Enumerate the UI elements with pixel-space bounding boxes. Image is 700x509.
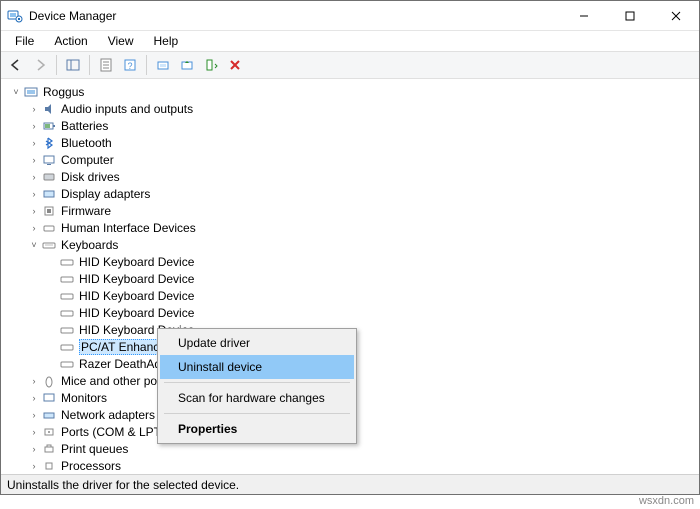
toolbar-separator xyxy=(146,55,147,75)
category-audio[interactable]: ›Audio inputs and outputs xyxy=(27,100,697,117)
keyboard-icon xyxy=(59,271,75,287)
properties-button[interactable] xyxy=(95,54,117,76)
watermark: wsxdn.com xyxy=(639,495,694,507)
keyboard-icon xyxy=(59,288,75,304)
firmware-icon xyxy=(41,203,57,219)
help-button[interactable]: ? xyxy=(119,54,141,76)
category-firmware[interactable]: ›Firmware xyxy=(27,202,697,219)
toolbar: ? xyxy=(1,51,699,79)
keyboard-icon xyxy=(59,339,75,355)
device-hid-keyboard[interactable]: HID Keyboard Device xyxy=(45,253,697,270)
expand-icon[interactable]: › xyxy=(27,391,41,405)
back-button[interactable] xyxy=(5,54,27,76)
expand-icon[interactable]: › xyxy=(27,170,41,184)
category-ports[interactable]: ›Ports (COM & LPT xyxy=(27,423,697,440)
menu-view[interactable]: View xyxy=(100,32,142,50)
expand-icon[interactable]: › xyxy=(27,425,41,439)
uninstall-button[interactable] xyxy=(200,54,222,76)
category-print-queues[interactable]: ›Print queues xyxy=(27,440,697,457)
display-adapter-icon xyxy=(41,186,57,202)
expand-icon[interactable]: › xyxy=(27,204,41,218)
menu-action[interactable]: Action xyxy=(46,32,95,50)
cpu-icon xyxy=(41,458,57,474)
device-hid-keyboard[interactable]: HID Keyboard Device xyxy=(45,304,697,321)
bluetooth-icon xyxy=(41,135,57,151)
category-bluetooth[interactable]: ›Bluetooth xyxy=(27,134,697,151)
disable-button[interactable] xyxy=(224,54,246,76)
computer-icon xyxy=(41,152,57,168)
hid-icon xyxy=(41,220,57,236)
expand-icon[interactable]: › xyxy=(27,119,41,133)
expand-icon[interactable]: › xyxy=(27,136,41,150)
root-label: Roggus xyxy=(43,85,84,99)
category-hid[interactable]: ›Human Interface Devices xyxy=(27,219,697,236)
show-hide-tree-button[interactable] xyxy=(62,54,84,76)
expand-icon[interactable]: › xyxy=(27,408,41,422)
device-manager-icon xyxy=(7,8,23,24)
svg-text:?: ? xyxy=(127,61,132,71)
keyboard-icon xyxy=(59,322,75,338)
audio-icon xyxy=(41,101,57,117)
category-computer[interactable]: ›Computer xyxy=(27,151,697,168)
statusbar-text: Uninstalls the driver for the selected d… xyxy=(7,478,239,492)
expand-icon[interactable]: › xyxy=(27,442,41,456)
category-network[interactable]: ›Network adapters xyxy=(27,406,697,423)
keyboard-icon xyxy=(41,237,57,253)
expand-icon[interactable]: › xyxy=(27,459,41,473)
disk-icon xyxy=(41,169,57,185)
category-display[interactable]: ›Display adapters xyxy=(27,185,697,202)
category-keyboards[interactable]: ˅Keyboards xyxy=(27,236,697,253)
network-icon xyxy=(41,407,57,423)
category-disk[interactable]: ›Disk drives xyxy=(27,168,697,185)
device-hid-keyboard[interactable]: HID Keyboard Device xyxy=(45,287,697,304)
port-icon xyxy=(41,424,57,440)
collapse-icon[interactable]: ˅ xyxy=(9,85,23,99)
menubar: File Action View Help xyxy=(1,31,699,51)
device-hid-keyboard[interactable]: HID Keyboard Device xyxy=(45,321,697,338)
expand-icon[interactable]: › xyxy=(27,102,41,116)
device-ps2-keyboard[interactable]: PC/AT Enhanced PS/2 Keyboard (101/102-Ke… xyxy=(45,338,697,355)
window-title: Device Manager xyxy=(29,9,561,23)
battery-icon xyxy=(41,118,57,134)
toolbar-separator xyxy=(89,55,90,75)
printer-icon xyxy=(41,441,57,457)
device-hid-keyboard[interactable]: HID Keyboard Device xyxy=(45,270,697,287)
keyboard-icon xyxy=(59,356,75,372)
monitor-icon xyxy=(41,390,57,406)
expand-icon[interactable]: › xyxy=(27,374,41,388)
cm-scan-hardware[interactable]: Scan for hardware changes xyxy=(160,386,354,410)
titlebar: Device Manager xyxy=(1,1,699,31)
minimize-button[interactable] xyxy=(561,1,607,31)
window-controls xyxy=(561,1,699,31)
context-menu: Update driver Uninstall device Scan for … xyxy=(157,328,357,444)
cm-separator xyxy=(164,413,350,414)
category-processors[interactable]: ›Processors xyxy=(27,457,697,474)
expand-icon[interactable]: › xyxy=(27,153,41,167)
computer-icon xyxy=(23,84,39,100)
expand-icon[interactable]: › xyxy=(27,221,41,235)
update-driver-button[interactable] xyxy=(176,54,198,76)
category-mice[interactable]: ›Mice and other po xyxy=(27,372,697,389)
statusbar: Uninstalls the driver for the selected d… xyxy=(1,474,699,494)
category-batteries[interactable]: ›Batteries xyxy=(27,117,697,134)
keyboard-icon xyxy=(59,254,75,270)
root-node[interactable]: ˅ Roggus xyxy=(9,83,697,100)
mouse-icon xyxy=(41,373,57,389)
cm-update-driver[interactable]: Update driver xyxy=(160,331,354,355)
cm-separator xyxy=(164,382,350,383)
expand-icon[interactable]: › xyxy=(27,187,41,201)
toolbar-separator xyxy=(56,55,57,75)
category-monitors[interactable]: ›Monitors xyxy=(27,389,697,406)
cm-properties[interactable]: Properties xyxy=(160,417,354,441)
cm-uninstall-device[interactable]: Uninstall device xyxy=(160,355,354,379)
maximize-button[interactable] xyxy=(607,1,653,31)
forward-button[interactable] xyxy=(29,54,51,76)
menu-help[interactable]: Help xyxy=(146,32,187,50)
keyboard-icon xyxy=(59,305,75,321)
close-button[interactable] xyxy=(653,1,699,31)
scan-hardware-button[interactable] xyxy=(152,54,174,76)
device-razer[interactable]: Razer DeathAd xyxy=(45,355,697,372)
menu-file[interactable]: File xyxy=(7,32,42,50)
collapse-icon[interactable]: ˅ xyxy=(27,238,41,252)
